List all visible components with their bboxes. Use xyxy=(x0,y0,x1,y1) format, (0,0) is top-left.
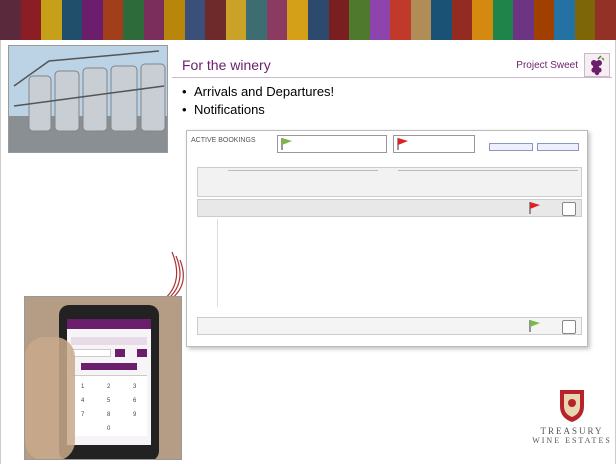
winery-tanks-photo xyxy=(8,45,168,153)
svg-text:4: 4 xyxy=(81,398,85,404)
table-header xyxy=(197,167,582,197)
booking-detail xyxy=(197,217,582,309)
header-stripe xyxy=(61,0,83,40)
header-stripe xyxy=(554,0,575,40)
header-stripe xyxy=(164,0,185,40)
bullet-item: • Arrivals and Departures! xyxy=(182,84,335,99)
bookings-table xyxy=(197,167,582,343)
document-icon[interactable] xyxy=(562,202,576,216)
svg-text:6: 6 xyxy=(133,398,137,404)
screen-button[interactable] xyxy=(489,143,533,151)
header-stripe xyxy=(349,0,370,40)
header-stripes xyxy=(0,0,616,40)
header-stripe xyxy=(82,0,103,40)
flag-icon xyxy=(529,202,540,214)
header-stripe xyxy=(513,0,534,40)
slide-title-bar: For the winery Project Sweet xyxy=(172,53,612,78)
legend-red-flag xyxy=(393,135,475,153)
header-stripe xyxy=(205,0,226,40)
header-stripe xyxy=(595,0,616,40)
svg-text:0: 0 xyxy=(107,426,111,432)
svg-text:5: 5 xyxy=(107,398,111,404)
bullet-item: • Notifications xyxy=(182,102,265,117)
table-row[interactable] xyxy=(197,199,582,217)
header-stripe xyxy=(287,0,308,40)
legend-green-flag xyxy=(277,135,387,153)
header-stripe xyxy=(410,0,432,40)
screen-button[interactable] xyxy=(537,143,579,151)
svg-text:2: 2 xyxy=(107,384,111,390)
bullet-list: • Arrivals and Departures! • Notifications xyxy=(182,84,334,120)
treasury-logo: TREASURY WINE ESTATES xyxy=(530,384,614,462)
header-stripe xyxy=(307,0,329,40)
header-stripe xyxy=(143,0,165,40)
header-stripe xyxy=(451,0,473,40)
svg-text:1: 1 xyxy=(81,384,85,390)
phone-app-header xyxy=(67,319,151,329)
header-stripe xyxy=(390,0,411,40)
flag-icon xyxy=(281,138,292,150)
header-stripe xyxy=(492,0,514,40)
svg-text:7: 7 xyxy=(81,412,85,418)
header-stripe xyxy=(20,0,42,40)
hand xyxy=(25,337,75,459)
slide-title: For the winery xyxy=(182,57,271,73)
grape-icon xyxy=(584,53,610,77)
flag-icon xyxy=(529,320,540,332)
header-stripe xyxy=(225,0,247,40)
header-stripe xyxy=(266,0,288,40)
svg-text:3: 3 xyxy=(133,384,137,390)
phone-button[interactable] xyxy=(81,363,137,370)
project-label: Project Sweet xyxy=(516,60,578,71)
header-stripe xyxy=(0,0,21,40)
logo-line-2: WINE ESTATES xyxy=(532,436,612,445)
document-icon[interactable] xyxy=(562,320,576,334)
header-stripe xyxy=(369,0,391,40)
flag-icon xyxy=(397,138,408,150)
active-bookings-heading: ACTIVE BOOKINGS xyxy=(191,137,256,144)
header-stripe xyxy=(472,0,493,40)
header-stripe xyxy=(574,0,596,40)
header-stripe xyxy=(246,0,267,40)
header-stripe xyxy=(533,0,555,40)
phone-photo: 1 2 3 4 5 6 7 8 9 0 xyxy=(24,296,182,460)
header-stripe xyxy=(123,0,144,40)
header-stripe xyxy=(102,0,124,40)
header-stripe xyxy=(41,0,62,40)
logo-line-1: TREASURY xyxy=(540,426,604,436)
phone-app-screen: 1 2 3 4 5 6 7 8 9 0 xyxy=(67,319,151,445)
header-stripe xyxy=(328,0,350,40)
crest-icon xyxy=(560,390,584,422)
table-row[interactable] xyxy=(197,317,582,335)
bookings-screenshot: ACTIVE BOOKINGS xyxy=(186,130,588,347)
header-stripe xyxy=(184,0,206,40)
svg-text:8: 8 xyxy=(107,412,111,418)
svg-text:9: 9 xyxy=(133,412,137,418)
header-stripe xyxy=(431,0,452,40)
